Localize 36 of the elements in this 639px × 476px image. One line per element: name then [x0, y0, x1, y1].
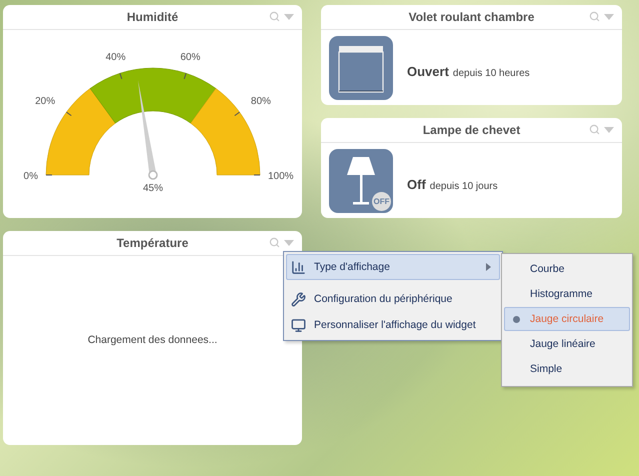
needle-pivot-icon	[148, 170, 158, 180]
device-state: Ouvert	[407, 64, 449, 79]
search-icon[interactable]	[589, 124, 600, 135]
gauge-tick-label: 40%	[106, 52, 126, 63]
gauge-tick-label: 0%	[24, 171, 38, 182]
gauge-tick-label: 20%	[35, 96, 56, 107]
device-state: Off	[407, 177, 426, 192]
menu-item[interactable]: Personnaliser l'affichage du widget	[286, 312, 500, 338]
bar-chart-icon	[291, 260, 306, 274]
gauge-value: 45%	[143, 183, 163, 194]
gauge-tick-label: 80%	[250, 96, 271, 107]
state-duration: depuis 10 heures	[452, 68, 530, 79]
dropdown-caret-icon[interactable]	[284, 14, 294, 20]
submenu-item[interactable]: Simple	[504, 357, 630, 381]
search-icon[interactable]	[589, 11, 600, 22]
submenu-item[interactable]: Courbe	[504, 257, 630, 281]
lamp-icon	[329, 148, 393, 212]
submenu-item[interactable]: Jauge linéaire	[504, 332, 630, 356]
widget-title: Température	[116, 236, 188, 250]
widget-title: Volet roulant chambre	[408, 10, 534, 24]
search-icon[interactable]	[269, 237, 280, 248]
widget-title: Humidité	[126, 10, 178, 24]
search-icon[interactable]	[269, 11, 280, 22]
menu-item[interactable]: Configuration du périphérique	[286, 286, 500, 312]
state-duration: depuis 10 jours	[430, 181, 498, 192]
window-shutter-icon	[329, 36, 393, 100]
dropdown-caret-icon[interactable]	[604, 126, 614, 132]
dropdown-caret-icon[interactable]	[604, 14, 614, 20]
gauge-tick-label: 100%	[268, 171, 294, 182]
monitor-icon	[291, 318, 306, 332]
menu-item[interactable]: Type d'affichage	[286, 254, 500, 280]
wrench-icon	[291, 292, 306, 306]
submenu-item[interactable]: Histogramme	[504, 282, 630, 306]
loading-message: Chargement des donnees...	[88, 334, 218, 346]
gauge-tick-label: 60%	[180, 52, 200, 63]
widget-title: Lampe de chevet	[422, 123, 520, 137]
